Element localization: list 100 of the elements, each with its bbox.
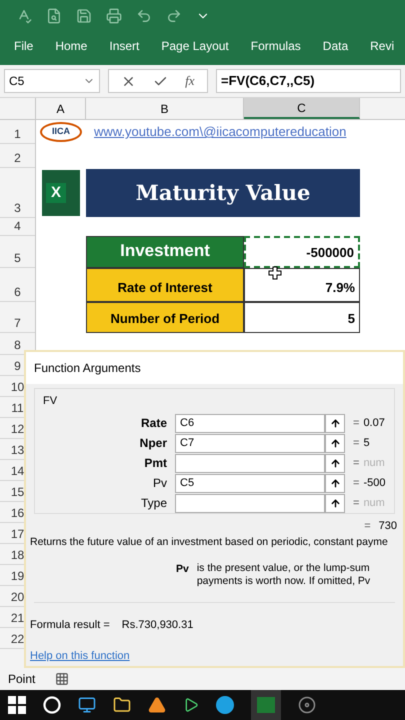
dialog-title: Function Arguments (34, 360, 141, 377)
value-cell[interactable]: 5 (244, 302, 360, 333)
disc-icon[interactable] (298, 696, 316, 714)
row-number[interactable]: 21 (10, 609, 24, 627)
row-number[interactable]: 1 (14, 125, 21, 143)
arrow-up-icon (330, 498, 340, 509)
equals-sign: = (353, 456, 360, 472)
macro-icon[interactable] (55, 672, 70, 686)
collapse-button[interactable] (325, 434, 345, 453)
cursor-icon (268, 266, 282, 280)
argument-field[interactable]: C5 (175, 474, 325, 493)
column-header[interactable]: A (36, 98, 86, 119)
redo-icon[interactable] (166, 8, 182, 24)
equals-sign: = (353, 436, 360, 452)
play-icon[interactable] (183, 697, 199, 713)
row-number[interactable]: 18 (10, 546, 24, 564)
value-cell[interactable]: 7.9% (244, 268, 360, 302)
argument-result: -500 (363, 476, 386, 491)
excel-logo: X (42, 170, 80, 216)
label-cell: Number of Period (86, 302, 244, 333)
row-number[interactable]: 11 (11, 399, 24, 417)
label-cell: Rate of Interest (86, 268, 244, 302)
argument-name: Pv (176, 562, 189, 578)
row-number[interactable]: 12 (10, 420, 24, 438)
row-number[interactable]: 19 (10, 567, 24, 585)
ribbon-tab[interactable]: Revi (370, 37, 394, 55)
label-cell: Investment (86, 236, 244, 268)
folder-icon[interactable] (113, 696, 131, 714)
title-banner: Maturity Value (86, 169, 360, 217)
ribbon-tab[interactable]: Formulas (250, 37, 301, 55)
arrow-up-icon (330, 458, 340, 469)
ribbon-tab[interactable]: Data (322, 37, 348, 55)
column-header[interactable]: C (244, 98, 360, 119)
argument-field[interactable] (175, 454, 325, 473)
argument-field[interactable] (175, 494, 325, 513)
equals-sign: = (353, 496, 360, 511)
row-number[interactable]: 4 (14, 217, 21, 235)
collapse-button[interactable] (325, 454, 345, 473)
insert-function-button[interactable]: fx (185, 71, 195, 91)
function-description: Returns the future value of an investment based on periodic, constant payme (29, 534, 389, 550)
argument-help: is the present value, or the lump-sum payments is worth now. If omitted, Pv (196, 562, 370, 588)
collapse-button[interactable] (325, 474, 345, 493)
ribbon-tab[interactable]: File (14, 37, 34, 55)
row-number[interactable]: 20 (10, 588, 24, 606)
ribbon-tab[interactable]: Insert (109, 37, 140, 55)
ribbon-tab[interactable]: Page Layout (161, 37, 229, 55)
row-number[interactable]: 6 (14, 283, 21, 301)
argument-field[interactable]: C6 (175, 414, 325, 433)
arrow-up-icon (330, 438, 340, 449)
excel-taskbar-icon[interactable] (251, 690, 281, 720)
argument-label: Nper (138, 435, 168, 452)
row-number[interactable]: 10 (10, 378, 24, 396)
row-number[interactable]: 2 (14, 149, 21, 167)
youtube-link[interactable]: www.youtube.com\@iicacomputereducation (94, 122, 346, 142)
function-name: FV (42, 394, 58, 409)
name-box[interactable]: C5 (4, 69, 100, 93)
argument-result: 5 (363, 436, 370, 452)
row-number[interactable]: 3 (14, 199, 21, 217)
formula-field[interactable]: =FV(C6,C7,,C5) (216, 69, 401, 93)
row-number[interactable]: 17 (10, 525, 24, 543)
monitor-icon[interactable] (78, 696, 96, 714)
argument-result: num (363, 456, 385, 472)
save-icon[interactable] (76, 8, 92, 24)
row-number[interactable]: 14 (10, 462, 24, 480)
argument-result: 0.07 (363, 416, 385, 432)
argument-label: Pv (152, 475, 168, 492)
row-number[interactable]: 7 (14, 314, 21, 332)
equals-sign: = (353, 416, 360, 432)
argument-result: num (363, 496, 385, 511)
argument-label: Pmt (143, 455, 168, 472)
row-number[interactable]: 22 (10, 630, 24, 648)
formula-result-label: Formula result = (30, 618, 110, 634)
row-number[interactable]: 5 (14, 249, 21, 267)
row-number[interactable]: 16 (10, 504, 24, 522)
row-number[interactable]: 13 (10, 441, 24, 459)
search-icon[interactable] (43, 696, 61, 714)
argument-label: Type (140, 495, 168, 512)
row-number[interactable]: 9 (14, 357, 21, 375)
arrow-up-icon (330, 478, 340, 489)
windows-start-icon[interactable] (8, 696, 26, 714)
argument-label: Rate (140, 415, 168, 432)
undo-icon[interactable] (136, 8, 152, 24)
total-result: 730 (378, 519, 397, 534)
cone-icon[interactable] (148, 696, 166, 714)
collapse-button[interactable] (325, 494, 345, 513)
equals-sign: = (353, 476, 360, 491)
value-cell[interactable]: -500000 (244, 236, 360, 268)
row-number[interactable]: 8 (14, 336, 21, 354)
formula-result-value: Rs.730,930.31 (122, 618, 194, 634)
arrow-up-icon (330, 418, 340, 429)
status-text: Point (8, 671, 36, 688)
print-icon[interactable] (106, 8, 122, 24)
row-number[interactable]: 15 (10, 483, 24, 501)
argument-field[interactable]: C7 (175, 434, 325, 453)
equals-sign: = (364, 519, 371, 534)
iica-logo: IICA (40, 122, 82, 142)
help-link[interactable]: Help on this function (26, 648, 403, 664)
ribbon-tab[interactable]: Home (55, 37, 88, 55)
collapse-button[interactable] (325, 414, 345, 433)
new-file-icon[interactable] (46, 8, 62, 24)
